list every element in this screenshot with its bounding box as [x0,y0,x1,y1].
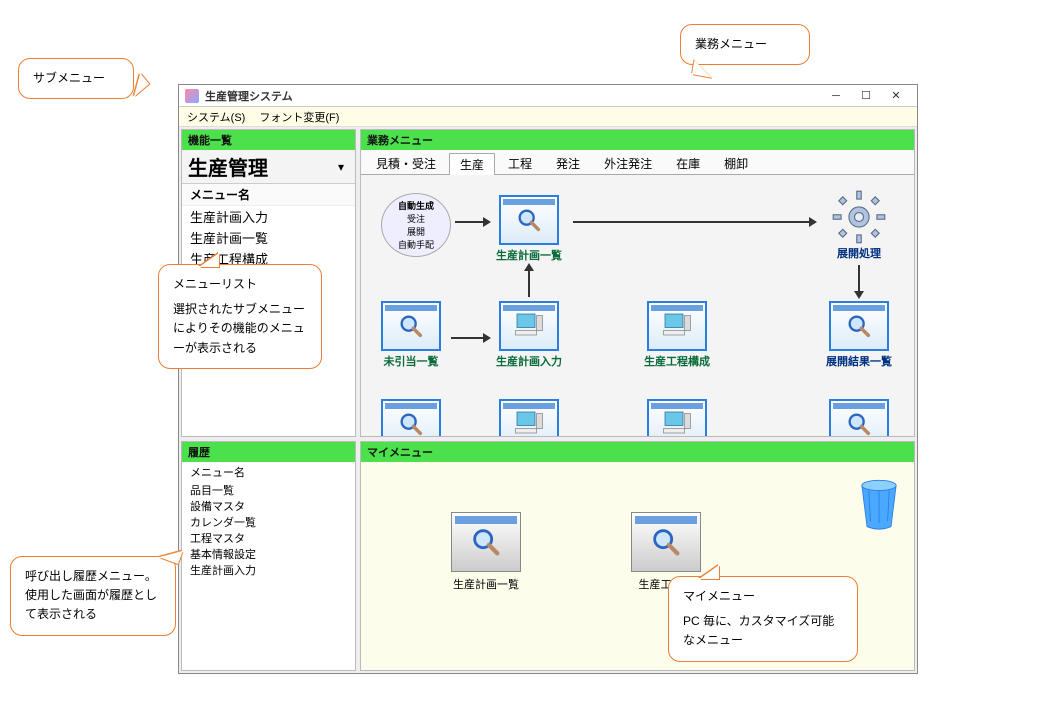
tab-outsourcing[interactable]: 外注発注 [593,152,663,174]
arrow-icon [573,221,811,223]
tab-stock[interactable]: 在庫 [665,152,711,174]
auto-gen-title: 自動生成 [398,199,434,212]
computer-icon [499,399,559,436]
flow-node-deploy[interactable]: 展開処理 [819,189,899,261]
list-search-icon [381,301,441,351]
history-item[interactable]: 品目一覧 [182,482,355,498]
auto-gen-node: 自動生成 受注 展開 自動手配 [381,193,451,257]
maximize-button[interactable]: ☐ [851,87,881,105]
app-icon [185,89,199,103]
auto-gen-line: 展開 [407,225,425,238]
callout-history: 呼び出し履歴メニュー。使用した画面が履歴として表示される [10,556,176,636]
flow-node-process[interactable]: 生産工程構成 [637,301,717,369]
flow-node-partial[interactable] [637,399,717,436]
business-tabs: 見積・受注 生産 工程 発注 外注発注 在庫 棚卸 [361,150,914,175]
flow-node-partial[interactable] [489,399,569,436]
menubar: システム(S) フォント変更(F) [179,107,917,127]
tab-inventory[interactable]: 棚卸 [713,152,759,174]
panel-header-my: マイメニュー [361,442,914,462]
submenu-item[interactable]: 生産計画入力 [182,206,355,227]
minimize-button[interactable]: ─ [821,87,851,105]
chevron-down-icon[interactable]: ▾ [333,160,349,174]
business-menu-panel: 業務メニュー 見積・受注 生産 工程 発注 外注発注 在庫 棚卸 自動生成 受注… [360,129,915,437]
history-item[interactable]: 生産計画入力 [182,562,355,578]
callout-bizmenu: 業務メニュー [680,24,810,65]
history-item[interactable]: 設備マスタ [182,498,355,514]
arrow-icon [455,221,485,223]
my-menu-item[interactable]: 生産計画一覧 [441,512,531,592]
panel-header-history: 履歴 [182,442,355,462]
function-title-row: 生産管理 ▾ [182,150,355,184]
callout-menulist: メニューリスト 選択されたサブメニューによりその機能のメニューが表示される [158,264,322,369]
list-search-icon [451,512,521,572]
history-list: メニュー名 品目一覧 設備マスタ カレンダ一覧 工程マスタ 基本情報設定 生産計… [182,462,355,670]
window-controls: ─ ☐ ✕ [821,87,911,105]
panel-header-func: 機能一覧 [182,130,355,150]
arrow-icon [858,265,860,293]
computer-icon [647,301,707,351]
list-search-icon [631,512,701,572]
business-flow-canvas: 自動生成 受注 展開 自動手配 生産計画一覧 展開処理 [361,175,914,436]
tab-production[interactable]: 生産 [449,153,495,175]
flow-node-plan-list[interactable]: 生産計画一覧 [489,195,569,263]
list-search-icon [829,301,889,351]
titlebar: 生産管理システム ─ ☐ ✕ [179,85,917,107]
flow-node-unassigned[interactable]: 未引当一覧 [371,301,451,369]
menu-font[interactable]: フォント変更(F) [259,109,339,125]
auto-gen-line: 自動手配 [398,238,434,251]
arrow-icon [528,269,530,297]
auto-gen-line: 受注 [407,212,425,225]
flow-node-partial[interactable] [819,399,899,436]
computer-icon [499,301,559,351]
callout-mymenu: マイメニュー PC 毎に、カスタマイズ可能なメニュー [668,576,858,662]
trash-icon[interactable] [852,470,906,530]
panel-header-biz: 業務メニュー [361,130,914,150]
list-search-icon [829,399,889,436]
history-panel: 履歴 メニュー名 品目一覧 設備マスタ カレンダ一覧 工程マスタ 基本情報設定 … [181,441,356,671]
list-search-icon [499,195,559,245]
tab-quote-order[interactable]: 見積・受注 [365,152,447,174]
flow-node-plan-input[interactable]: 生産計画入力 [489,301,569,369]
list-search-icon [381,399,441,436]
gear-icon [831,189,887,245]
window-title: 生産管理システム [205,88,821,104]
flow-node-deploy-result[interactable]: 展開結果一覧 [819,301,899,369]
my-item-label: 生産計画一覧 [441,576,531,592]
function-title: 生産管理 [188,152,333,181]
history-col-header: メニュー名 [182,462,355,482]
menu-system[interactable]: システム(S) [187,109,245,125]
history-item[interactable]: 基本情報設定 [182,546,355,562]
callout-submenu: サブメニュー [18,58,134,99]
submenu-item[interactable]: 生産計画一覧 [182,227,355,248]
submenu-col-header: メニュー名 [182,184,355,206]
arrow-icon [451,337,485,339]
tab-process[interactable]: 工程 [497,152,543,174]
history-item[interactable]: 工程マスタ [182,530,355,546]
flow-node-partial[interactable] [371,399,451,436]
history-item[interactable]: カレンダ一覧 [182,514,355,530]
close-button[interactable]: ✕ [881,87,911,105]
computer-icon [647,399,707,436]
tab-ordering[interactable]: 発注 [545,152,591,174]
